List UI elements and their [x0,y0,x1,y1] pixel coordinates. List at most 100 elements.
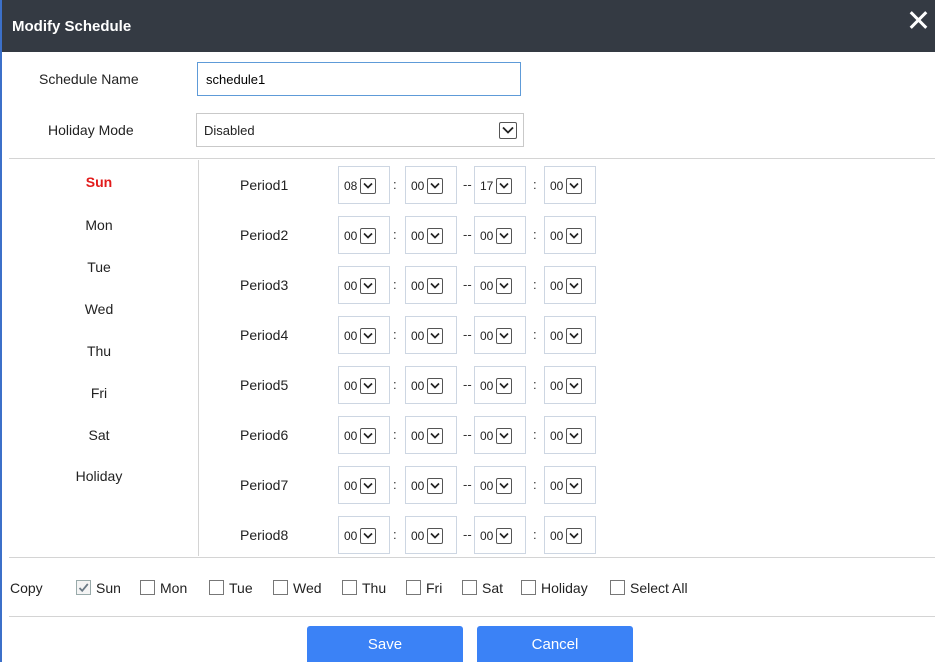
time-value: 00 [480,279,494,293]
chevron-down-icon [427,228,443,244]
copy-select-all-checkbox[interactable] [610,580,625,595]
period4-start-minute-select[interactable]: 00 [405,316,457,354]
period3-end-minute-select[interactable]: 00 [544,266,596,304]
divider-bottom [9,616,935,617]
holiday-mode-label: Holiday Mode [48,122,134,138]
schedule-name-input[interactable] [197,62,521,96]
chevron-down-icon [496,278,512,294]
modify-schedule-dialog: Modify Schedule Schedule Name Holiday Mo… [0,0,935,662]
time-value: 00 [411,179,425,193]
save-button[interactable]: Save [307,626,463,662]
day-item-thu[interactable]: Thu [0,343,198,359]
time-colon: : [533,527,537,542]
time-value: 00 [480,429,494,443]
day-item-sat[interactable]: Sat [0,427,198,443]
period2-start-hour-select[interactable]: 00 [338,216,390,254]
period6-start-hour-select[interactable]: 00 [338,416,390,454]
period1-end-hour-select[interactable]: 17 [474,166,526,204]
time-value: 00 [480,529,494,543]
period-label: Period6 [240,427,289,443]
day-item-sun[interactable]: Sun [0,174,198,190]
copy-sat-label: Sat [482,580,504,596]
copy-label: Copy [10,580,43,596]
period3-start-hour-select[interactable]: 00 [338,266,390,304]
chevron-down-icon [360,328,376,344]
period3-start-minute-select[interactable]: 00 [405,266,457,304]
time-colon: : [533,227,537,242]
chevron-down-icon [496,228,512,244]
time-value: 00 [550,279,564,293]
period8-end-hour-select[interactable]: 00 [474,516,526,554]
period8-start-hour-select[interactable]: 00 [338,516,390,554]
day-item-tue[interactable]: Tue [0,259,198,275]
time-colon: : [533,377,537,392]
time-value: 00 [550,479,564,493]
chevron-down-icon [496,528,512,544]
period7-start-hour-select[interactable]: 00 [338,466,390,504]
copy-sat-checkbox[interactable] [462,580,477,595]
period7-start-minute-select[interactable]: 00 [405,466,457,504]
period3-end-hour-select[interactable]: 00 [474,266,526,304]
copy-wed-checkbox[interactable] [273,580,288,595]
time-colon: : [393,377,397,392]
chevron-down-icon [427,478,443,494]
time-value: 00 [344,329,358,343]
period5-end-minute-select[interactable]: 00 [544,366,596,404]
close-icon[interactable] [907,9,929,31]
copy-fri-checkbox[interactable] [406,580,421,595]
period5-end-hour-select[interactable]: 00 [474,366,526,404]
period8-start-minute-select[interactable]: 00 [405,516,457,554]
period2-end-minute-select[interactable]: 00 [544,216,596,254]
time-value: 00 [550,229,564,243]
copy-mon-label: Mon [160,580,188,596]
period-label: Period5 [240,377,289,393]
period1-start-minute-select[interactable]: 00 [405,166,457,204]
day-item-mon[interactable]: Mon [0,217,198,233]
time-range-separator: -- [463,327,472,342]
time-range-separator: -- [463,527,472,542]
period6-end-hour-select[interactable]: 00 [474,416,526,454]
period4-end-hour-select[interactable]: 00 [474,316,526,354]
chevron-down-icon [566,278,582,294]
copy-thu-checkbox[interactable] [342,580,357,595]
divider-vertical [198,160,199,556]
period1-start-hour-select[interactable]: 08 [338,166,390,204]
time-range-separator: -- [463,227,472,242]
chevron-down-icon [566,378,582,394]
period7-end-hour-select[interactable]: 00 [474,466,526,504]
time-colon: : [393,327,397,342]
time-colon: : [393,277,397,292]
chevron-down-icon [360,278,376,294]
period6-end-minute-select[interactable]: 00 [544,416,596,454]
time-range-separator: -- [463,427,472,442]
time-range-separator: -- [463,277,472,292]
period5-start-hour-select[interactable]: 00 [338,366,390,404]
period4-start-hour-select[interactable]: 00 [338,316,390,354]
copy-sun-checkbox[interactable] [76,580,91,595]
time-value: 00 [344,529,358,543]
dialog-title: Modify Schedule [12,18,132,35]
copy-sun-label: Sun [96,580,121,596]
copy-wed-label: Wed [293,580,322,596]
period6-start-minute-select[interactable]: 00 [405,416,457,454]
day-item-wed[interactable]: Wed [0,301,198,317]
cancel-button[interactable]: Cancel [477,626,633,662]
chevron-down-icon [566,178,582,194]
day-item-fri[interactable]: Fri [0,385,198,401]
copy-tue-checkbox[interactable] [209,580,224,595]
time-value: 00 [480,479,494,493]
period1-end-minute-select[interactable]: 00 [544,166,596,204]
period4-end-minute-select[interactable]: 00 [544,316,596,354]
period2-start-minute-select[interactable]: 00 [405,216,457,254]
time-range-separator: -- [463,177,472,192]
holiday-mode-select[interactable]: Disabled [196,113,524,147]
period2-end-hour-select[interactable]: 00 [474,216,526,254]
copy-mon-checkbox[interactable] [140,580,155,595]
period7-end-minute-select[interactable]: 00 [544,466,596,504]
copy-holiday-checkbox[interactable] [521,580,536,595]
holiday-mode-value: Disabled [204,123,255,138]
period5-start-minute-select[interactable]: 00 [405,366,457,404]
period8-end-minute-select[interactable]: 00 [544,516,596,554]
day-item-holiday[interactable]: Holiday [0,468,198,484]
chevron-down-icon [566,528,582,544]
